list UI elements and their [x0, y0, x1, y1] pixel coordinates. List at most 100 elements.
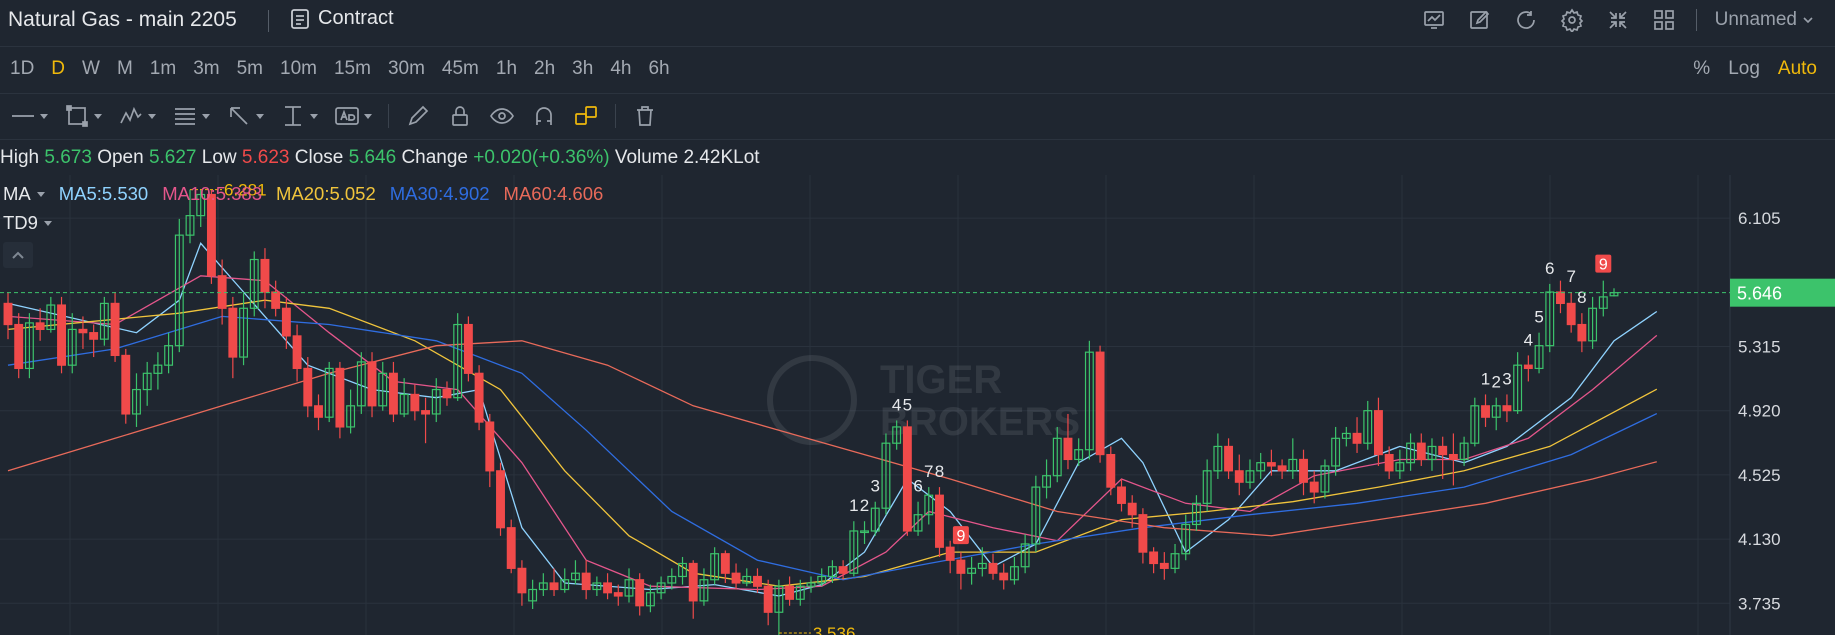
candle-down — [1438, 445, 1448, 456]
auto-scale-toggle[interactable]: Auto — [1778, 58, 1817, 80]
toolbar-separator — [388, 104, 389, 128]
td-count-label: 1 — [849, 496, 858, 515]
period-1h[interactable]: 1h — [496, 58, 517, 80]
header-actions: Unnamed — [1420, 6, 1815, 34]
candle-down — [1481, 405, 1490, 418]
ma20-value: MA20:5.052 — [276, 183, 376, 204]
candle-down — [1224, 445, 1234, 472]
candle-down — [496, 470, 505, 529]
contract-icon — [291, 8, 309, 29]
ma-line-ma10 — [7, 275, 1658, 591]
link-squares-icon — [575, 106, 597, 125]
ma60-value: MA60:4.606 — [503, 183, 604, 204]
period-m[interactable]: M — [117, 58, 133, 80]
rectangle-icon — [66, 105, 88, 127]
line-icon — [12, 115, 34, 117]
fibonacci-tool[interactable] — [172, 102, 210, 130]
period-4h[interactable]: 4h — [610, 58, 631, 80]
magnet-tool[interactable] — [531, 102, 557, 130]
candle-down — [988, 562, 998, 574]
td-count-label: 9 — [1599, 257, 1608, 274]
period-30m[interactable]: 30m — [388, 58, 425, 80]
period-2h[interactable]: 2h — [534, 58, 555, 80]
candle-down — [1149, 551, 1159, 565]
y-axis-tick-label: 6.105 — [1738, 209, 1781, 228]
candle-down — [635, 579, 645, 607]
wave-tool[interactable] — [118, 102, 156, 130]
candle-down — [603, 582, 613, 594]
wave-pattern-icon — [120, 106, 142, 124]
ma-indicator-toggle[interactable]: MA — [3, 183, 45, 205]
candle-down — [1266, 462, 1276, 467]
candle-down — [785, 585, 795, 600]
period-5m[interactable]: 5m — [237, 58, 263, 80]
trash-icon — [637, 106, 653, 126]
chart-template-icon[interactable] — [1420, 6, 1448, 34]
header-separator — [1695, 9, 1697, 31]
low-value: 5.623 — [241, 147, 290, 168]
pencil-tool[interactable] — [405, 102, 431, 130]
period-1d[interactable]: 1D — [10, 58, 34, 80]
layout-grid-icon[interactable] — [1650, 6, 1678, 34]
collapse-icon[interactable] — [1604, 6, 1632, 34]
candle-down — [1309, 481, 1319, 493]
candle-down — [549, 582, 559, 591]
y-axis-tick-label: 4.525 — [1738, 466, 1781, 485]
td9-indicator-toggle[interactable]: TD9 — [3, 212, 52, 234]
close-label: Close — [294, 147, 344, 168]
chevron-up-icon — [12, 251, 24, 259]
period-3m[interactable]: 3m — [193, 58, 219, 80]
candle-down — [763, 585, 773, 613]
period-w[interactable]: W — [82, 58, 100, 80]
candle-down — [217, 275, 227, 309]
period-1m[interactable]: 1m — [150, 58, 176, 80]
td-count-label: 2 — [1491, 373, 1500, 392]
y-axis-tick-label: 3.735 — [1738, 594, 1781, 613]
period-10m[interactable]: 10m — [280, 58, 317, 80]
close-value: 5.646 — [348, 147, 397, 168]
line-tool[interactable] — [10, 102, 48, 130]
drawing-toolbar — [0, 94, 1835, 140]
candle-down — [1117, 486, 1126, 504]
contract-button[interactable]: Contract — [290, 7, 394, 30]
candle-down — [1127, 502, 1137, 516]
candlestick-chart[interactable]: TIGERBROKERS1 234 567 891 2 3456 7896.2813.536… — [0, 175, 1835, 635]
candle-down — [613, 592, 623, 597]
period-15m[interactable]: 15m — [334, 58, 371, 80]
visibility-tool[interactable] — [489, 102, 515, 130]
candle-down — [731, 572, 741, 584]
arrow-tool[interactable] — [226, 102, 264, 130]
rectangle-tool[interactable] — [64, 102, 102, 130]
candle-down — [1138, 514, 1148, 553]
last-price-label: 5.646 — [1737, 284, 1782, 304]
percent-scale-toggle[interactable]: % — [1693, 58, 1710, 80]
period-6h[interactable]: 6h — [648, 58, 669, 80]
lock-tool[interactable] — [447, 102, 473, 130]
collapse-indicators-button[interactable] — [3, 242, 33, 268]
settings-icon[interactable] — [1558, 6, 1586, 34]
text-tool[interactable] — [334, 102, 372, 130]
volume-value: 2.42KLot — [683, 147, 760, 168]
ma30-value: MA30:4.902 — [389, 183, 490, 204]
delete-tool[interactable] — [632, 102, 658, 130]
watermark-logo-icon — [767, 355, 857, 445]
edit-icon[interactable] — [1466, 6, 1494, 34]
ma-line-ma30 — [7, 315, 1658, 581]
instrument-title: Natural Gas - main 2205 — [8, 8, 237, 31]
td-count-label: 4 — [892, 395, 901, 414]
refresh-icon[interactable] — [1512, 6, 1540, 34]
volume-label: Volume — [614, 147, 679, 168]
measure-tool[interactable] — [280, 102, 318, 130]
link-tool[interactable] — [573, 102, 599, 130]
layout-name-dropdown[interactable]: Unnamed — [1715, 9, 1815, 31]
td-count-label: 7 — [924, 462, 933, 481]
td-count-label: 8 — [1577, 288, 1586, 307]
candle-down — [463, 323, 473, 374]
period-d[interactable]: D — [51, 58, 65, 80]
period-45m[interactable]: 45m — [442, 58, 479, 80]
candle-down — [1352, 432, 1362, 444]
candle-down — [1159, 562, 1169, 569]
td-count-label: 5 — [1534, 308, 1543, 327]
log-scale-toggle[interactable]: Log — [1728, 58, 1760, 80]
period-3h[interactable]: 3h — [572, 58, 593, 80]
